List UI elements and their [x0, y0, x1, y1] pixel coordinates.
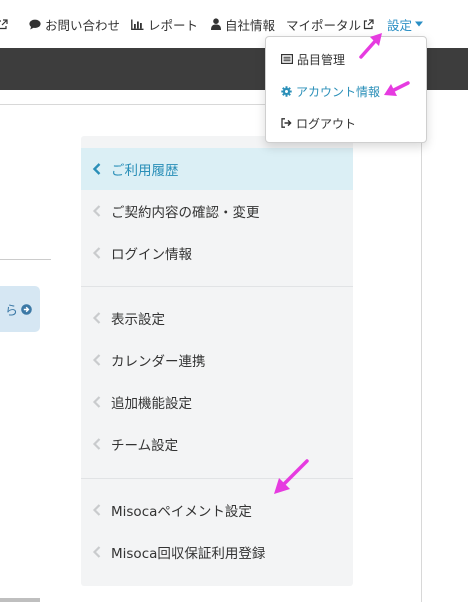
- settings-dropdown-menu: 品目管理 アカウント情報 ログアウト: [265, 36, 427, 143]
- nav-settings-label: 設定: [387, 17, 413, 33]
- nav-contact[interactable]: お問い合わせ: [29, 15, 120, 33]
- settings-side-menu: ご利用履歴 ご契約内容の確認・変更 ログイン情報 表示設定 カレンダー連携 追加…: [81, 136, 353, 586]
- menu-item-label: ご利用履歴: [111, 163, 179, 179]
- nav-contact-label: お問い合わせ: [45, 17, 121, 33]
- menu-item-usage-history[interactable]: ご利用履歴: [81, 148, 353, 190]
- menu-item-label: ログイン情報: [111, 247, 192, 263]
- menu-item-label: カレンダー連携: [111, 354, 206, 370]
- menu-item-label: チーム設定: [111, 438, 179, 454]
- chevron-left-icon: [92, 163, 101, 175]
- chevron-left-icon: [92, 247, 101, 259]
- dropdown-item-label: アカウント情報: [296, 84, 381, 99]
- external-link-icon[interactable]: [0, 15, 8, 33]
- chevron-left-icon: [92, 438, 101, 450]
- nav-company[interactable]: 自社情報: [211, 15, 275, 33]
- info-link-box[interactable]: ら: [0, 286, 40, 332]
- chevron-left-icon: [92, 312, 101, 324]
- menu-item-contract[interactable]: ご契約内容の確認・変更: [81, 190, 353, 232]
- external-link-icon: [363, 18, 374, 29]
- menu-item-login-info[interactable]: ログイン情報: [81, 232, 353, 274]
- nav-company-label: 自社情報: [225, 17, 276, 33]
- nav-report-label: レポート: [148, 17, 199, 33]
- nav-portal[interactable]: マイポータル: [286, 15, 374, 33]
- dropdown-item-label: ログアウト: [296, 116, 357, 131]
- menu-item-misoca-payment[interactable]: Misocaペイメント設定: [81, 489, 353, 531]
- menu-item-label: 追加機能設定: [111, 396, 192, 412]
- chevron-left-icon: [92, 354, 101, 366]
- caret-down-icon: [415, 21, 424, 27]
- nav-settings[interactable]: 設定: [387, 15, 424, 33]
- nav-report[interactable]: レポート: [131, 15, 198, 33]
- chevron-left-icon: [92, 546, 101, 558]
- bar-chart-icon: [131, 19, 144, 30]
- menu-divider: [81, 286, 353, 287]
- menu-item-display-settings[interactable]: 表示設定: [81, 297, 353, 339]
- content-right-border: [421, 104, 422, 602]
- dropdown-item-products[interactable]: 品目管理: [266, 47, 426, 71]
- chevron-left-icon: [92, 504, 101, 516]
- user-icon: [211, 18, 221, 30]
- menu-item-label: Misoca回収保証利用登録: [111, 546, 266, 562]
- form-divider: [0, 259, 51, 260]
- arrow-circle-right-icon: [21, 303, 32, 315]
- info-link-text: ら: [4, 303, 18, 319]
- nav-portal-label: マイポータル: [286, 17, 362, 33]
- dropdown-item-logout[interactable]: ログアウト: [266, 111, 426, 135]
- menu-item-additional-features[interactable]: 追加機能設定: [81, 381, 353, 423]
- dropdown-item-label: 品目管理: [297, 52, 346, 67]
- comment-icon: [29, 19, 41, 29]
- list-icon: [281, 54, 293, 64]
- scroll-indicator: [0, 598, 40, 602]
- chevron-left-icon: [92, 396, 101, 408]
- menu-divider: [81, 478, 353, 479]
- menu-item-label: 表示設定: [111, 312, 165, 328]
- chevron-left-icon: [92, 205, 101, 217]
- gear-icon: [281, 85, 292, 97]
- menu-item-calendar[interactable]: カレンダー連携: [81, 339, 353, 381]
- sign-out-icon: [281, 118, 292, 128]
- dropdown-item-account-info[interactable]: アカウント情報: [266, 79, 426, 103]
- menu-item-team-settings[interactable]: チーム設定: [81, 423, 353, 465]
- menu-item-misoca-guarantee[interactable]: Misoca回収保証利用登録: [81, 531, 353, 573]
- menu-item-label: ご契約内容の確認・変更: [111, 205, 260, 221]
- menu-item-label: Misocaペイメント設定: [111, 504, 252, 520]
